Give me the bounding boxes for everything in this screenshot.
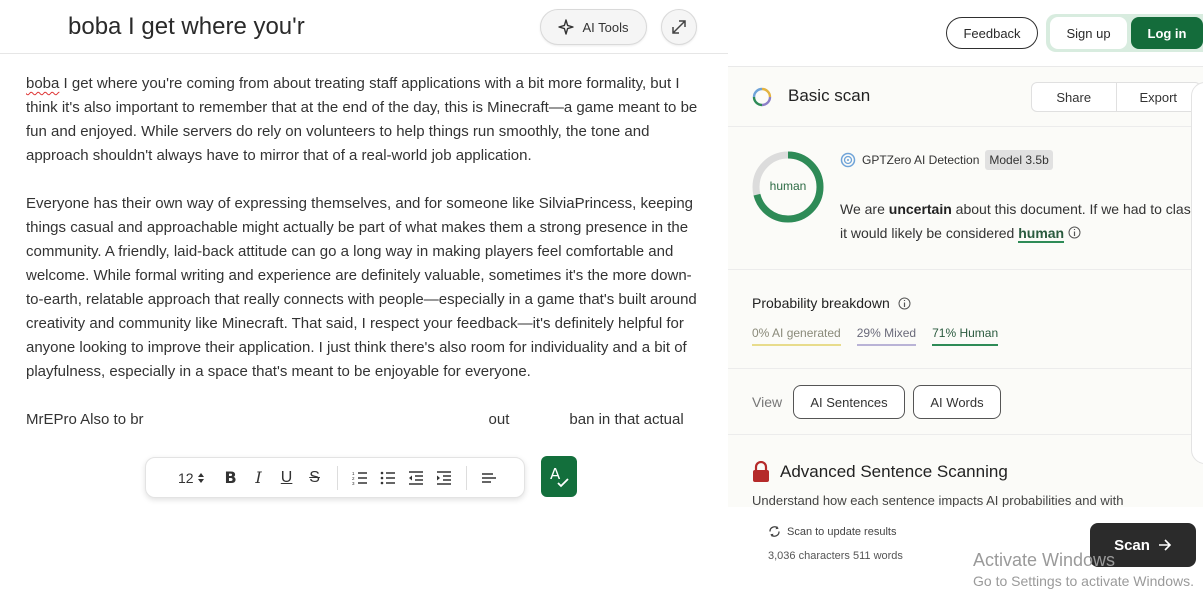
lock-icon	[753, 461, 769, 482]
advanced-scanning: Advanced Sentence Scanning Understand ho…	[728, 435, 1203, 507]
ai-generated-percent: 0% AI generated	[752, 326, 841, 346]
indent-button[interactable]	[430, 464, 458, 492]
verdict-uncertain: uncertain	[888, 201, 952, 217]
paragraph-text: ban in that actual	[569, 411, 684, 428]
paragraph-text: MrEPro Also to br	[26, 411, 144, 428]
update-hint: Scan to update results	[768, 525, 896, 538]
gptzero-icon	[840, 152, 856, 168]
human-percent: 71% Human	[932, 326, 999, 346]
paragraph: boba I get where you're coming from abou…	[26, 72, 706, 168]
ai-sentences-button[interactable]: AI Sentences	[793, 385, 905, 419]
spellcheck-icon: A	[550, 465, 569, 487]
view-label: View	[752, 394, 783, 410]
expand-button[interactable]	[661, 9, 697, 45]
mixed-percent: 29% Mixed	[856, 326, 917, 346]
numbered-list-icon: 123	[352, 471, 367, 485]
font-size-value: 12	[178, 469, 194, 486]
probability-items: 0% AI generated 29% Mixed 71% Human	[752, 326, 999, 346]
paragraph-text: I get where you're coming from about tre…	[26, 75, 698, 164]
result-label: human	[769, 179, 807, 193]
indent-icon	[436, 470, 451, 485]
refresh-icon	[769, 526, 780, 537]
toolbar-divider	[465, 465, 467, 490]
model-badge: Model 3.5b	[985, 150, 1053, 170]
toolbar-divider	[336, 465, 338, 490]
detection-result: human GPTZero AI Detection Model 3.5b We…	[728, 127, 1203, 270]
svg-text:A: A	[550, 465, 561, 483]
sparkle-icon	[558, 19, 575, 35]
probability-breakdown: Probability breakdown 0% AI generated 29…	[728, 270, 1203, 369]
advanced-title: Advanced Sentence Scanning	[752, 461, 1008, 483]
detector-name: GPTZero AI Detection	[862, 153, 980, 167]
align-left-button[interactable]	[475, 464, 503, 492]
format-toolbar: 12 B I U S 123	[145, 457, 525, 498]
info-icon[interactable]	[1068, 226, 1081, 239]
info-icon[interactable]	[898, 297, 911, 310]
editor-header: boba I get where you'r AI Tools	[0, 0, 728, 54]
misspelled-word[interactable]: boba	[26, 75, 59, 92]
strikethrough-button[interactable]: S	[301, 464, 329, 492]
share-button[interactable]: Share	[1032, 83, 1116, 111]
char-word-count: 3,036 characters 511 words	[768, 550, 903, 562]
document-title[interactable]: boba I get where you'r	[68, 12, 322, 42]
feedback-button[interactable]: Feedback	[946, 17, 1038, 49]
outdent-icon	[408, 470, 423, 485]
scan-logo-icon	[752, 87, 772, 107]
numbered-list-button[interactable]: 123	[346, 464, 374, 492]
verdict-human-link[interactable]: human	[1018, 225, 1065, 243]
view-toggle: View AI Sentences AI Words	[728, 369, 1203, 435]
share-export-group: Share Export	[1031, 82, 1201, 112]
document-body[interactable]: boba I get where you're coming from abou…	[26, 72, 706, 456]
ai-tools-button[interactable]: AI Tools	[540, 9, 647, 45]
bold-button[interactable]: B	[217, 464, 245, 492]
paragraph-text: out	[488, 411, 510, 428]
bullet-list-icon	[380, 471, 395, 484]
scan-title: Basic scan	[788, 86, 871, 105]
spellcheck-button[interactable]: A	[541, 456, 577, 497]
outdent-button[interactable]	[402, 464, 430, 492]
export-button[interactable]: Export	[1115, 83, 1201, 111]
font-size-select[interactable]: 12	[156, 470, 217, 486]
ai-tools-label: AI Tools	[582, 19, 629, 35]
italic-button[interactable]: I	[245, 464, 273, 492]
updown-icon	[197, 472, 204, 483]
verdict-text: We are uncertain about this document. If…	[840, 201, 1203, 243]
expand-icon	[672, 20, 686, 34]
probability-title: Probability breakdown	[752, 295, 911, 311]
signup-button[interactable]: Sign up	[1050, 17, 1127, 49]
paragraph: MrEPro Also to br out ban in that actual	[26, 408, 706, 432]
scan-panel: Basic scan Share Export human GPTZero AI…	[728, 67, 1203, 507]
paragraph: Everyone has their own way of expressing…	[26, 195, 697, 380]
underline-button[interactable]: U	[273, 464, 301, 492]
editor-pane: boba I get where you'r AI Tools boba I g…	[0, 0, 728, 507]
advanced-desc: Understand how each sentence impacts AI …	[752, 493, 1124, 507]
svg-text:3: 3	[352, 481, 355, 485]
side-drawer-tab[interactable]	[1191, 82, 1203, 464]
scan-header: Basic scan Share Export	[728, 67, 1203, 127]
windows-activation-watermark: Activate Windows Go to Settings to activ…	[973, 550, 1194, 589]
bullet-list-button[interactable]	[374, 464, 402, 492]
align-left-icon	[481, 472, 496, 483]
detector-line: GPTZero AI Detection Model 3.5b	[840, 150, 1053, 170]
ai-words-button[interactable]: AI Words	[913, 385, 1001, 419]
login-button[interactable]: Log in	[1131, 17, 1203, 49]
